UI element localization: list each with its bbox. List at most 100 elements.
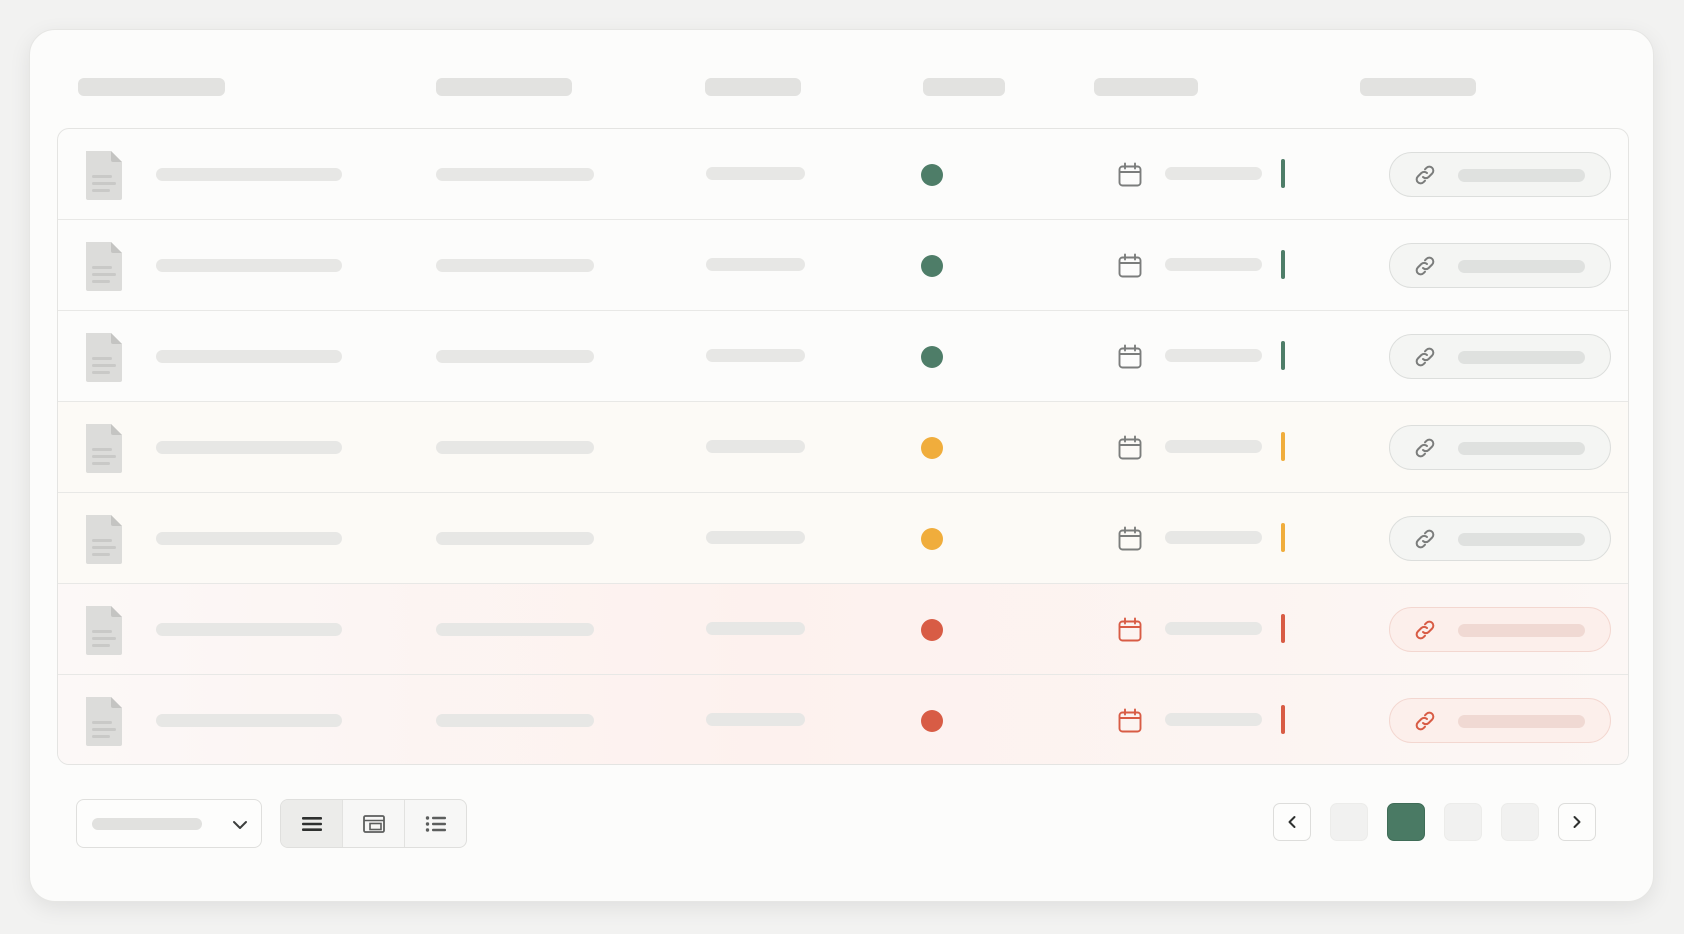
column-header-date[interactable]: [1094, 78, 1198, 96]
status-bar: [1281, 614, 1285, 643]
cell-2-placeholder: [436, 350, 594, 363]
link-icon: [1415, 165, 1435, 185]
link-text-placeholder: [1458, 533, 1585, 546]
link-icon: [1415, 711, 1435, 731]
document-icon: [86, 515, 122, 564]
table-row[interactable]: [58, 402, 1628, 493]
link-pill[interactable]: [1389, 334, 1611, 379]
cell-name-placeholder: [156, 350, 342, 363]
status-dot: [921, 255, 943, 277]
link-icon: [1415, 347, 1435, 367]
cell-3-placeholder: [706, 622, 805, 635]
link-text-placeholder: [1458, 442, 1585, 455]
link-pill[interactable]: [1389, 516, 1611, 561]
cell-3-placeholder: [706, 531, 805, 544]
cell-name-placeholder: [156, 714, 342, 727]
status-dot: [921, 437, 943, 459]
status-bar: [1281, 705, 1285, 734]
cell-name-placeholder: [156, 441, 342, 454]
page-button-3[interactable]: [1444, 803, 1482, 841]
column-header-link[interactable]: [1360, 78, 1476, 96]
table-row[interactable]: [58, 311, 1628, 402]
cell-2-placeholder: [436, 259, 594, 272]
cell-date-placeholder: [1165, 440, 1262, 453]
status-dot: [921, 164, 943, 186]
cell-3-placeholder: [706, 440, 805, 453]
page-button-current[interactable]: [1387, 803, 1425, 841]
cell-2-placeholder: [436, 714, 594, 727]
calendar-icon: [1118, 162, 1142, 187]
status-bar: [1281, 523, 1285, 552]
link-pill[interactable]: [1389, 607, 1611, 652]
link-pill[interactable]: [1389, 243, 1611, 288]
bulleted-list-icon: [425, 815, 446, 832]
column-header-3[interactable]: [705, 78, 801, 96]
status-dot: [921, 619, 943, 641]
list-view-button[interactable]: [281, 800, 343, 847]
status-bar: [1281, 159, 1285, 188]
chevron-down-icon: [233, 821, 247, 829]
next-page-button[interactable]: [1558, 803, 1596, 841]
status-bar: [1281, 250, 1285, 279]
cell-3-placeholder: [706, 349, 805, 362]
calendar-icon: [1118, 253, 1142, 278]
page-button-1[interactable]: [1330, 803, 1368, 841]
status-dot: [921, 710, 943, 732]
table-card: [29, 29, 1654, 902]
cell-name-placeholder: [156, 623, 342, 636]
link-pill[interactable]: [1389, 425, 1611, 470]
link-text-placeholder: [1458, 169, 1585, 182]
cell-3-placeholder: [706, 258, 805, 271]
cell-2-placeholder: [436, 168, 594, 181]
column-header-name[interactable]: [78, 78, 225, 96]
cell-name-placeholder: [156, 259, 342, 272]
calendar-icon: [1118, 435, 1142, 460]
table-row[interactable]: [58, 129, 1628, 220]
link-icon: [1415, 620, 1435, 640]
table-row[interactable]: [58, 220, 1628, 311]
cell-2-placeholder: [436, 623, 594, 636]
column-header-2[interactable]: [436, 78, 572, 96]
document-icon: [86, 697, 122, 746]
link-text-placeholder: [1458, 715, 1585, 728]
table-row[interactable]: [58, 584, 1628, 675]
chevron-right-icon: [1573, 816, 1581, 828]
view-mode-toggle: [280, 799, 467, 848]
cell-name-placeholder: [156, 532, 342, 545]
link-icon: [1415, 529, 1435, 549]
link-pill[interactable]: [1389, 152, 1611, 197]
calendar-icon: [1118, 526, 1142, 551]
select-value-placeholder: [92, 818, 202, 830]
link-text-placeholder: [1458, 260, 1585, 273]
page-button-4[interactable]: [1501, 803, 1539, 841]
card-view-button[interactable]: [343, 800, 405, 847]
status-bar: [1281, 432, 1285, 461]
document-icon: [86, 424, 122, 473]
calendar-icon: [1118, 708, 1142, 733]
data-table: [57, 128, 1629, 765]
link-pill[interactable]: [1389, 698, 1611, 743]
link-text-placeholder: [1458, 624, 1585, 637]
status-bar: [1281, 341, 1285, 370]
cell-2-placeholder: [436, 532, 594, 545]
page-size-select[interactable]: [76, 799, 262, 848]
cell-name-placeholder: [156, 168, 342, 181]
cell-3-placeholder: [706, 167, 805, 180]
cell-date-placeholder: [1165, 258, 1262, 271]
document-icon: [86, 242, 122, 291]
card-view-icon: [362, 814, 385, 833]
cell-3-placeholder: [706, 713, 805, 726]
bulleted-list-view-button[interactable]: [405, 800, 466, 847]
chevron-left-icon: [1288, 816, 1296, 828]
previous-page-button[interactable]: [1273, 803, 1311, 841]
cell-date-placeholder: [1165, 167, 1262, 180]
document-icon: [86, 606, 122, 655]
link-icon: [1415, 438, 1435, 458]
table-row[interactable]: [58, 675, 1628, 764]
link-text-placeholder: [1458, 351, 1585, 364]
calendar-icon: [1118, 344, 1142, 369]
document-icon: [86, 151, 122, 200]
table-row[interactable]: [58, 493, 1628, 584]
document-icon: [86, 333, 122, 382]
column-header-status[interactable]: [923, 78, 1005, 96]
